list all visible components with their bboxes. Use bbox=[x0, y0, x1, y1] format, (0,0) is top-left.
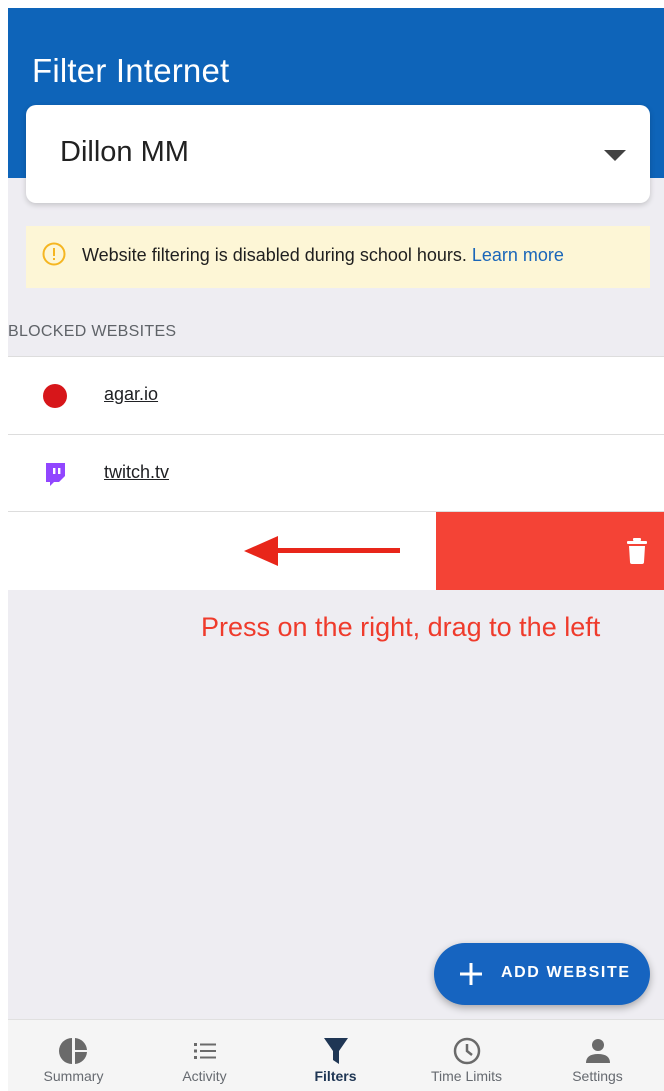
blocked-site-label[interactable]: agar.io bbox=[104, 384, 158, 405]
pie-chart-icon bbox=[58, 1038, 87, 1064]
swipe-demo-row[interactable] bbox=[8, 511, 664, 590]
swipe-delete-action[interactable] bbox=[436, 512, 664, 590]
school-hours-notice: Website filtering is disabled during sch… bbox=[26, 226, 650, 288]
nav-label: Filters bbox=[314, 1068, 357, 1084]
arrow-left-icon bbox=[244, 536, 400, 566]
swipe-instruction: Press on the right, drag to the left bbox=[201, 612, 601, 642]
nav-item-time-limits[interactable]: Time Limits bbox=[401, 1020, 532, 1091]
add-website-button[interactable]: ADD WEBSITE bbox=[434, 943, 650, 1005]
blocked-site-row-agario[interactable]: agar.io bbox=[8, 356, 664, 434]
notice-text: Website filtering is disabled during sch… bbox=[82, 245, 467, 265]
caret-down-icon bbox=[604, 150, 626, 161]
nav-label: Summary bbox=[43, 1068, 104, 1084]
nav-item-summary[interactable]: Summary bbox=[8, 1020, 139, 1091]
clock-icon bbox=[453, 1037, 480, 1065]
bottom-navigation: Summary Activity Filters Time Limits Set… bbox=[8, 1019, 664, 1091]
app-screen: Filter Internet Dillon MM Website filter… bbox=[8, 8, 664, 1091]
twitch-icon bbox=[46, 463, 65, 486]
notice-message: Website filtering is disabled during sch… bbox=[82, 245, 564, 266]
child-select-value: Dillon MM bbox=[60, 136, 189, 168]
trash-icon bbox=[627, 538, 647, 564]
child-select-dropdown[interactable]: Dillon MM bbox=[26, 105, 650, 203]
blocked-site-row-twitch[interactable]: twitch.tv bbox=[8, 434, 664, 512]
nav-label: Time Limits bbox=[430, 1068, 503, 1084]
learn-more-link[interactable]: Learn more bbox=[472, 245, 564, 265]
add-website-label: ADD WEBSITE bbox=[501, 964, 631, 981]
blocked-site-label[interactable]: twitch.tv bbox=[104, 462, 169, 483]
nav-label: Activity bbox=[182, 1068, 227, 1084]
page-title: Filter Internet bbox=[32, 52, 230, 89]
warning-circle-icon bbox=[42, 242, 66, 266]
person-icon bbox=[585, 1039, 610, 1063]
nav-item-activity[interactable]: Activity bbox=[139, 1020, 270, 1091]
nav-label: Settings bbox=[572, 1068, 623, 1084]
filter-icon bbox=[323, 1038, 348, 1064]
blocked-websites-heading: BLOCKED WEBSITES bbox=[8, 323, 177, 340]
list-icon bbox=[193, 1043, 216, 1059]
nav-item-filters[interactable]: Filters bbox=[270, 1020, 401, 1091]
agario-icon bbox=[43, 384, 67, 408]
nav-item-settings[interactable]: Settings bbox=[532, 1020, 663, 1091]
plus-icon bbox=[460, 963, 482, 985]
